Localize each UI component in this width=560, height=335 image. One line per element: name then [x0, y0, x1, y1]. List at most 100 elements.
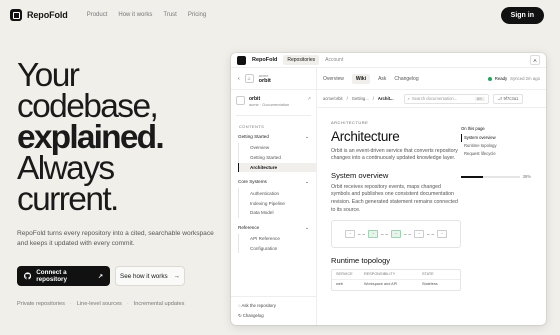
doc-sidebar: orbit acme · Documentation ↗ CONTENTS Ge… [231, 90, 317, 325]
doc-paragraph: Orbit receives repository events, maps c… [331, 183, 458, 213]
tab-changelog[interactable]: Changelog [394, 76, 418, 82]
ask-repository-label: Ask the repository [241, 303, 276, 308]
top-nav: RepoFold Product How it works Trust Pric… [0, 0, 560, 30]
nav-link-product[interactable]: Product [87, 12, 108, 18]
chevron-down-icon: ⌄ [305, 179, 309, 185]
sidebar-item-overview[interactable]: Overview [238, 143, 316, 153]
crumb-repo[interactable]: acme/orbit [323, 96, 343, 101]
tab-wiki[interactable]: Wiki [351, 73, 371, 84]
group-title: Core Systems [238, 179, 267, 185]
table-row: web Workspace and API Stateless [332, 280, 460, 290]
sidebar-item-indexing-pipeline[interactable]: Indexing Pipeline [238, 198, 316, 208]
sidebar-item-getting-started[interactable]: Getting Started [238, 152, 316, 163]
app-topbar: RepoFold Repositories Account A [231, 53, 546, 68]
sidebar-repo-text: orbit acme · Documentation [249, 96, 289, 107]
search-input[interactable]: ⌕ Search documentation... ⌘K [403, 93, 489, 104]
logo[interactable]: RepoFold [10, 9, 68, 21]
sidebar-group-core-systems[interactable]: Core Systems ⌄ [231, 176, 316, 188]
headline-line-2: codebase, [17, 88, 159, 125]
topology-table: SERVICE RESPONSIBILITY STATE web Workspa… [331, 269, 461, 292]
group-title: Getting Started [238, 134, 269, 139]
crumb-separator: / [372, 96, 374, 101]
feature-list: Private repositories · Line-level source… [17, 301, 184, 307]
nav-links: Product How it works Trust Pricing [87, 12, 207, 18]
architecture-diagram: → → → → → [331, 220, 461, 249]
contents-label: CONTENTS [239, 124, 265, 129]
separator: · [69, 301, 72, 307]
nav-link-how-it-works[interactable]: How it works [118, 12, 152, 18]
brand-name: RepoFold [27, 10, 68, 20]
commit-label: ⎇ 9f7c3a1 [497, 96, 519, 101]
diagram-link [404, 233, 411, 235]
feature-line-level: Line-level sources [76, 301, 122, 307]
table-header: STATE [422, 271, 434, 276]
app-preview-window: RepoFold Repositories Account A ‹ ⌂ acme… [231, 53, 546, 325]
nav-link-trust[interactable]: Trust [163, 12, 176, 18]
reading-progress: 38% [461, 173, 531, 181]
doc-h2-runtime-topology: Runtime topology [331, 256, 391, 266]
crumb-separator: / [346, 96, 348, 101]
doc-toolbar: acme/orbit / Getting... / Archit... ⌕ Se… [317, 90, 546, 108]
external-link-icon[interactable]: ↗ [307, 96, 311, 102]
chevron-down-icon: ⌄ [305, 134, 309, 139]
arrow-up-right-icon: ↗ [97, 273, 103, 280]
search-icon: ⌕ [407, 96, 410, 101]
book-icon [236, 96, 245, 105]
table-header: SERVICE [336, 271, 353, 276]
table-cell: web [336, 282, 343, 287]
toc-item-runtime-topology[interactable]: Runtime topology [461, 142, 531, 150]
tab-repositories[interactable]: Repositories [283, 55, 320, 65]
sidebar-item-architecture[interactable]: Architecture [238, 162, 316, 173]
ask-repository-link[interactable]: ◌ Ask the repository [238, 301, 309, 311]
sidebar-repo-card: orbit acme · Documentation ↗ [236, 96, 311, 116]
sidebar-item-api-reference[interactable]: API Reference [238, 233, 316, 244]
diagram-node: → [391, 230, 401, 239]
toc-item-system-overview[interactable]: System overview [461, 134, 531, 142]
sync-status: Ready Synced 2m ago [487, 76, 546, 81]
connect-repository-label: Connect a repository [36, 269, 67, 283]
sidebar-item-authentication[interactable]: Authentication [238, 188, 316, 199]
commit-button[interactable]: ⎇ 9f7c3a1 [492, 93, 524, 104]
feature-private: Private repositories [17, 301, 65, 307]
see-how-it-works-button[interactable]: See how it works → [115, 266, 185, 286]
diagram-link [358, 233, 365, 235]
toc-item-request-lifecycle[interactable]: Request lifecycle [461, 150, 531, 158]
synced-label: Synced 2m ago [510, 76, 540, 81]
changelog-label: Changelog [242, 313, 264, 318]
nav-link-pricing[interactable]: Pricing [188, 12, 206, 18]
repo-switcher[interactable]: ‹ ⌂ acme orbit [231, 68, 317, 89]
connect-repository-button[interactable]: Connect a repository ↗ [17, 266, 110, 286]
crumb-section[interactable]: Getting... [352, 96, 369, 101]
repo-name: orbit [258, 78, 271, 84]
avatar[interactable]: A [530, 55, 540, 65]
sidebar-group-reference[interactable]: Reference ⌄ [231, 222, 316, 234]
repo-tabs: Overview Wiki Ask Changelog [317, 68, 419, 89]
sidebar-group-getting-started[interactable]: Getting Started ⌄ [231, 131, 316, 143]
table-cell: Stateless [422, 282, 438, 287]
changelog-link[interactable]: ↻ Changelog [238, 311, 309, 321]
progress-track [461, 176, 520, 178]
crumb-current: Archit... [377, 96, 394, 101]
diagram-node: → [414, 230, 424, 239]
doc-h2-system-overview: System overview [331, 170, 389, 180]
sidebar-footer: ◌ Ask the repository ↻ Changelog [231, 296, 316, 325]
search-placeholder: Search documentation... [411, 96, 458, 101]
sidebar-item-data-model[interactable]: Data Model [238, 207, 316, 218]
doc-content: ARCHITECTURE Architecture Orbit is an ev… [331, 119, 461, 292]
toc-title: On this page [461, 126, 485, 131]
tab-overview[interactable]: Overview [323, 76, 344, 82]
sidebar-item-configuration[interactable]: Configuration [238, 243, 316, 254]
table-header: RESPONSIBILITY [364, 271, 396, 276]
repo-title: acme orbit [259, 73, 271, 84]
app-brand: RepoFold [252, 57, 278, 63]
sidebar-repo-sub: acme · Documentation [249, 102, 290, 107]
tab-account[interactable]: Account [325, 57, 343, 63]
chevron-left-icon[interactable]: ‹ [238, 76, 240, 82]
progress-fill [461, 176, 484, 178]
headline-line-3: explained. [17, 121, 227, 155]
hero-headline: Your codebase, explained. Always current… [17, 59, 227, 217]
tab-ask[interactable]: Ask [378, 76, 386, 82]
table-header-row: SERVICE RESPONSIBILITY STATE [332, 270, 460, 281]
sign-in-button[interactable]: Sign in [500, 6, 544, 24]
doc-eyebrow: ARCHITECTURE [331, 120, 369, 125]
